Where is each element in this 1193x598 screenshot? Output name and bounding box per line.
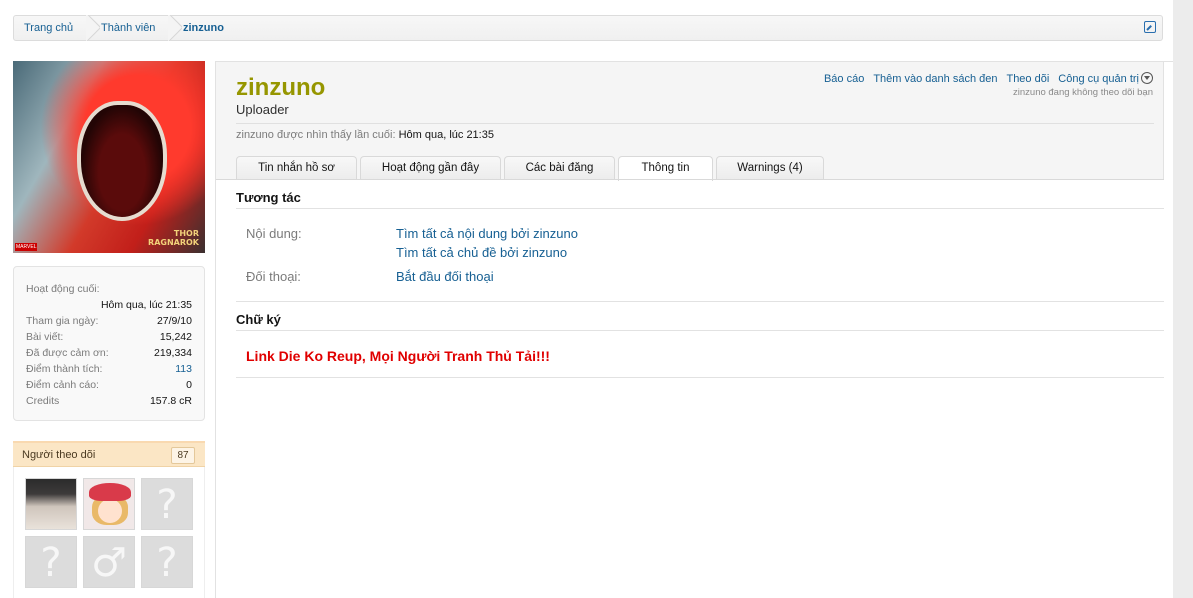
section-divider	[236, 301, 1164, 302]
stat-value: 219,334	[154, 347, 192, 359]
tabs-divider	[216, 179, 1164, 180]
last-seen-value: Hôm qua, lúc 21:35	[398, 129, 494, 141]
stat-label: Điểm cảnh cáo:	[26, 379, 99, 391]
content-label: Nội dung:	[246, 226, 302, 241]
followers-header: Người theo dõi 87	[13, 441, 205, 467]
jump-link-icon[interactable]	[1144, 21, 1156, 33]
stat-label: Tham gia ngày:	[26, 315, 99, 327]
page-gutter	[1173, 0, 1193, 598]
find-all-threads-link[interactable]: Tìm tất cả chủ đề bởi zinzuno	[396, 245, 567, 260]
avatar-caption-line: THOR	[173, 229, 199, 238]
stat-warning-points: Điểm cảnh cáo: 0	[26, 377, 192, 393]
conversation-label: Đối thoại:	[246, 269, 301, 284]
profile-header: zinzuno Uploader zinzuno được nhìn thấy …	[216, 62, 1164, 181]
stat-trophy-points: Điểm thành tích: 113	[26, 361, 192, 377]
stat-value: 0	[186, 379, 192, 391]
start-conversation-link[interactable]: Bắt đầu đối thoại	[396, 269, 494, 284]
stat-label: Credits	[26, 395, 60, 407]
header-divider	[236, 123, 1154, 124]
tab-profile-posts[interactable]: Tin nhắn hồ sơ	[236, 156, 357, 180]
follower-avatar-placeholder[interactable]: ?	[141, 478, 193, 530]
avatar-caption: THOR RAGNAROK	[148, 229, 199, 247]
stat-joined: Tham gia ngày: 27/9/10	[26, 313, 192, 329]
stat-thanked: Đã được cảm ơn: 219,334	[26, 345, 192, 361]
profile-avatar[interactable]: MARVEL THOR RAGNAROK	[13, 61, 205, 253]
placeholder-glyph: ?	[156, 540, 178, 586]
placeholder-glyph: ?	[156, 482, 178, 528]
report-link[interactable]: Báo cáo	[824, 73, 864, 85]
member-stats: Hoạt động cuối: Hôm qua, lúc 21:35 Tham …	[13, 266, 205, 421]
followers-count-badge[interactable]: 87	[171, 447, 195, 464]
moderator-tools-link[interactable]: Công cụ quản trị	[1058, 72, 1153, 85]
tab-recent-activity[interactable]: Hoạt động gần đây	[360, 156, 501, 180]
placeholder-glyph: ♂	[91, 540, 127, 586]
section-divider	[236, 330, 1164, 331]
stat-value: 157.8 cR	[149, 395, 192, 407]
last-seen: zinzuno được nhìn thấy lần cuối: Hôm qua…	[236, 129, 494, 141]
follower-avatar-placeholder[interactable]: ?	[141, 536, 193, 588]
section-divider	[236, 208, 1164, 209]
stat-label: Điểm thành tích:	[26, 363, 103, 375]
breadcrumb: Trang chủ Thành viên zinzuno	[13, 15, 1163, 41]
avatar-artwork	[77, 101, 167, 221]
stat-label: Bài viết:	[26, 331, 64, 343]
profile-username: zinzuno	[236, 74, 326, 101]
stat-value: Hôm qua, lúc 21:35	[100, 299, 192, 311]
stat-label: Hoạt động cuối:	[26, 283, 100, 295]
stat-posts: Bài viết: 15,242	[26, 329, 192, 345]
section-divider	[236, 377, 1164, 378]
breadcrumb-current-user[interactable]: zinzuno	[183, 16, 224, 40]
follow-link[interactable]: Theo dõi	[1006, 73, 1049, 85]
avatar-caption-line: RAGNAROK	[148, 238, 199, 247]
signature-text: Link Die Ko Reup, Mọi Người Tranh Thủ Tả…	[246, 348, 550, 364]
stat-value: 27/9/10	[156, 315, 192, 327]
dropdown-arrow-icon	[1141, 72, 1153, 84]
trophy-points-link[interactable]: 113	[175, 361, 192, 377]
stat-credits: Credits 157.8 cR	[26, 393, 192, 409]
avatar-artwork	[89, 483, 131, 501]
profile-main: zinzuno Uploader zinzuno được nhìn thấy …	[215, 61, 1173, 598]
tab-information[interactable]: Thông tin	[618, 156, 713, 181]
breadcrumb-separator	[168, 15, 182, 41]
profile-actions: Báo cáo Thêm vào danh sách đen Theo dõi Côn…	[815, 72, 1153, 85]
followers-grid: ? ? ♂ ?	[13, 467, 205, 598]
find-all-content-link[interactable]: Tìm tất cả nội dung bởi zinzuno	[396, 226, 578, 241]
last-seen-label: zinzuno được nhìn thấy lần cuối:	[236, 129, 396, 141]
breadcrumb-members[interactable]: Thành viên	[101, 16, 155, 40]
moderator-tools-label: Công cụ quản trị	[1058, 73, 1139, 85]
followers-title: Người theo dõi	[22, 449, 96, 461]
follower-avatar[interactable]	[83, 478, 135, 530]
breadcrumb-home[interactable]: Trang chủ	[24, 16, 73, 40]
follow-status: zinzuno đang không theo dõi bạn	[1013, 87, 1153, 98]
stat-last-activity-label: Hoạt động cuối:	[26, 281, 192, 297]
follower-avatar[interactable]	[25, 478, 77, 530]
follower-avatar-placeholder[interactable]: ♂	[83, 536, 135, 588]
avatar-artwork	[98, 499, 122, 523]
tab-postings[interactable]: Các bài đăng	[504, 156, 615, 180]
section-title-signature: Chữ ký	[236, 312, 281, 327]
tab-warnings[interactable]: Warnings (4)	[716, 156, 824, 180]
blacklist-link[interactable]: Thêm vào danh sách đen	[873, 73, 997, 85]
stat-value: 15,242	[159, 331, 192, 343]
breadcrumb-separator	[86, 15, 100, 41]
placeholder-glyph: ?	[40, 540, 62, 586]
section-title-interaction: Tương tác	[236, 190, 301, 205]
follower-avatar-placeholder[interactable]: ?	[25, 536, 77, 588]
user-title: Uploader	[236, 102, 289, 117]
avatar-brand-mark: MARVEL	[15, 243, 38, 251]
stat-label: Đã được cảm ơn:	[26, 347, 109, 359]
stat-last-activity-value: Hôm qua, lúc 21:35	[26, 297, 192, 313]
